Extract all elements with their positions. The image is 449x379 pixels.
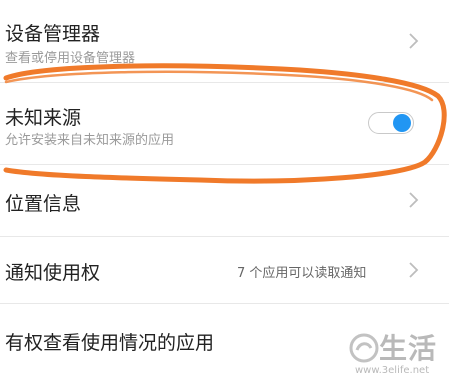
location-title: 位置信息 [5, 193, 82, 215]
watermark: 生活 www.3elife.net [347, 325, 449, 379]
device-admin-title: 设备管理器 [5, 23, 101, 45]
unknown-sources-toggle[interactable] [368, 112, 414, 134]
notification-access-title: 通知使用权 [5, 262, 101, 284]
unknown-sources-subtitle: 允许安装来自未知来源的应用 [5, 133, 175, 148]
watermark-url: www.3elife.net [355, 365, 430, 376]
unknown-sources-title: 未知来源 [5, 107, 82, 129]
settings-row-device-admin[interactable]: 设备管理器 查看或停用设备管理器 [0, 0, 449, 82]
toggle-knob [393, 114, 411, 132]
device-admin-subtitle: 查看或停用设备管理器 [5, 51, 136, 66]
settings-row-location[interactable]: 位置信息 [0, 165, 449, 236]
watermark-logo-icon [349, 333, 379, 363]
chevron-right-icon [409, 262, 419, 278]
settings-row-notification-access[interactable]: 通知使用权 7 个应用可以读取通知 [0, 237, 449, 303]
chevron-right-icon [409, 192, 419, 208]
chevron-right-icon [409, 33, 419, 49]
notification-access-value: 7 个应用可以读取通知 [237, 266, 367, 281]
usage-access-title: 有权查看使用情况的应用 [5, 332, 215, 354]
watermark-text: 生活 [379, 332, 438, 365]
